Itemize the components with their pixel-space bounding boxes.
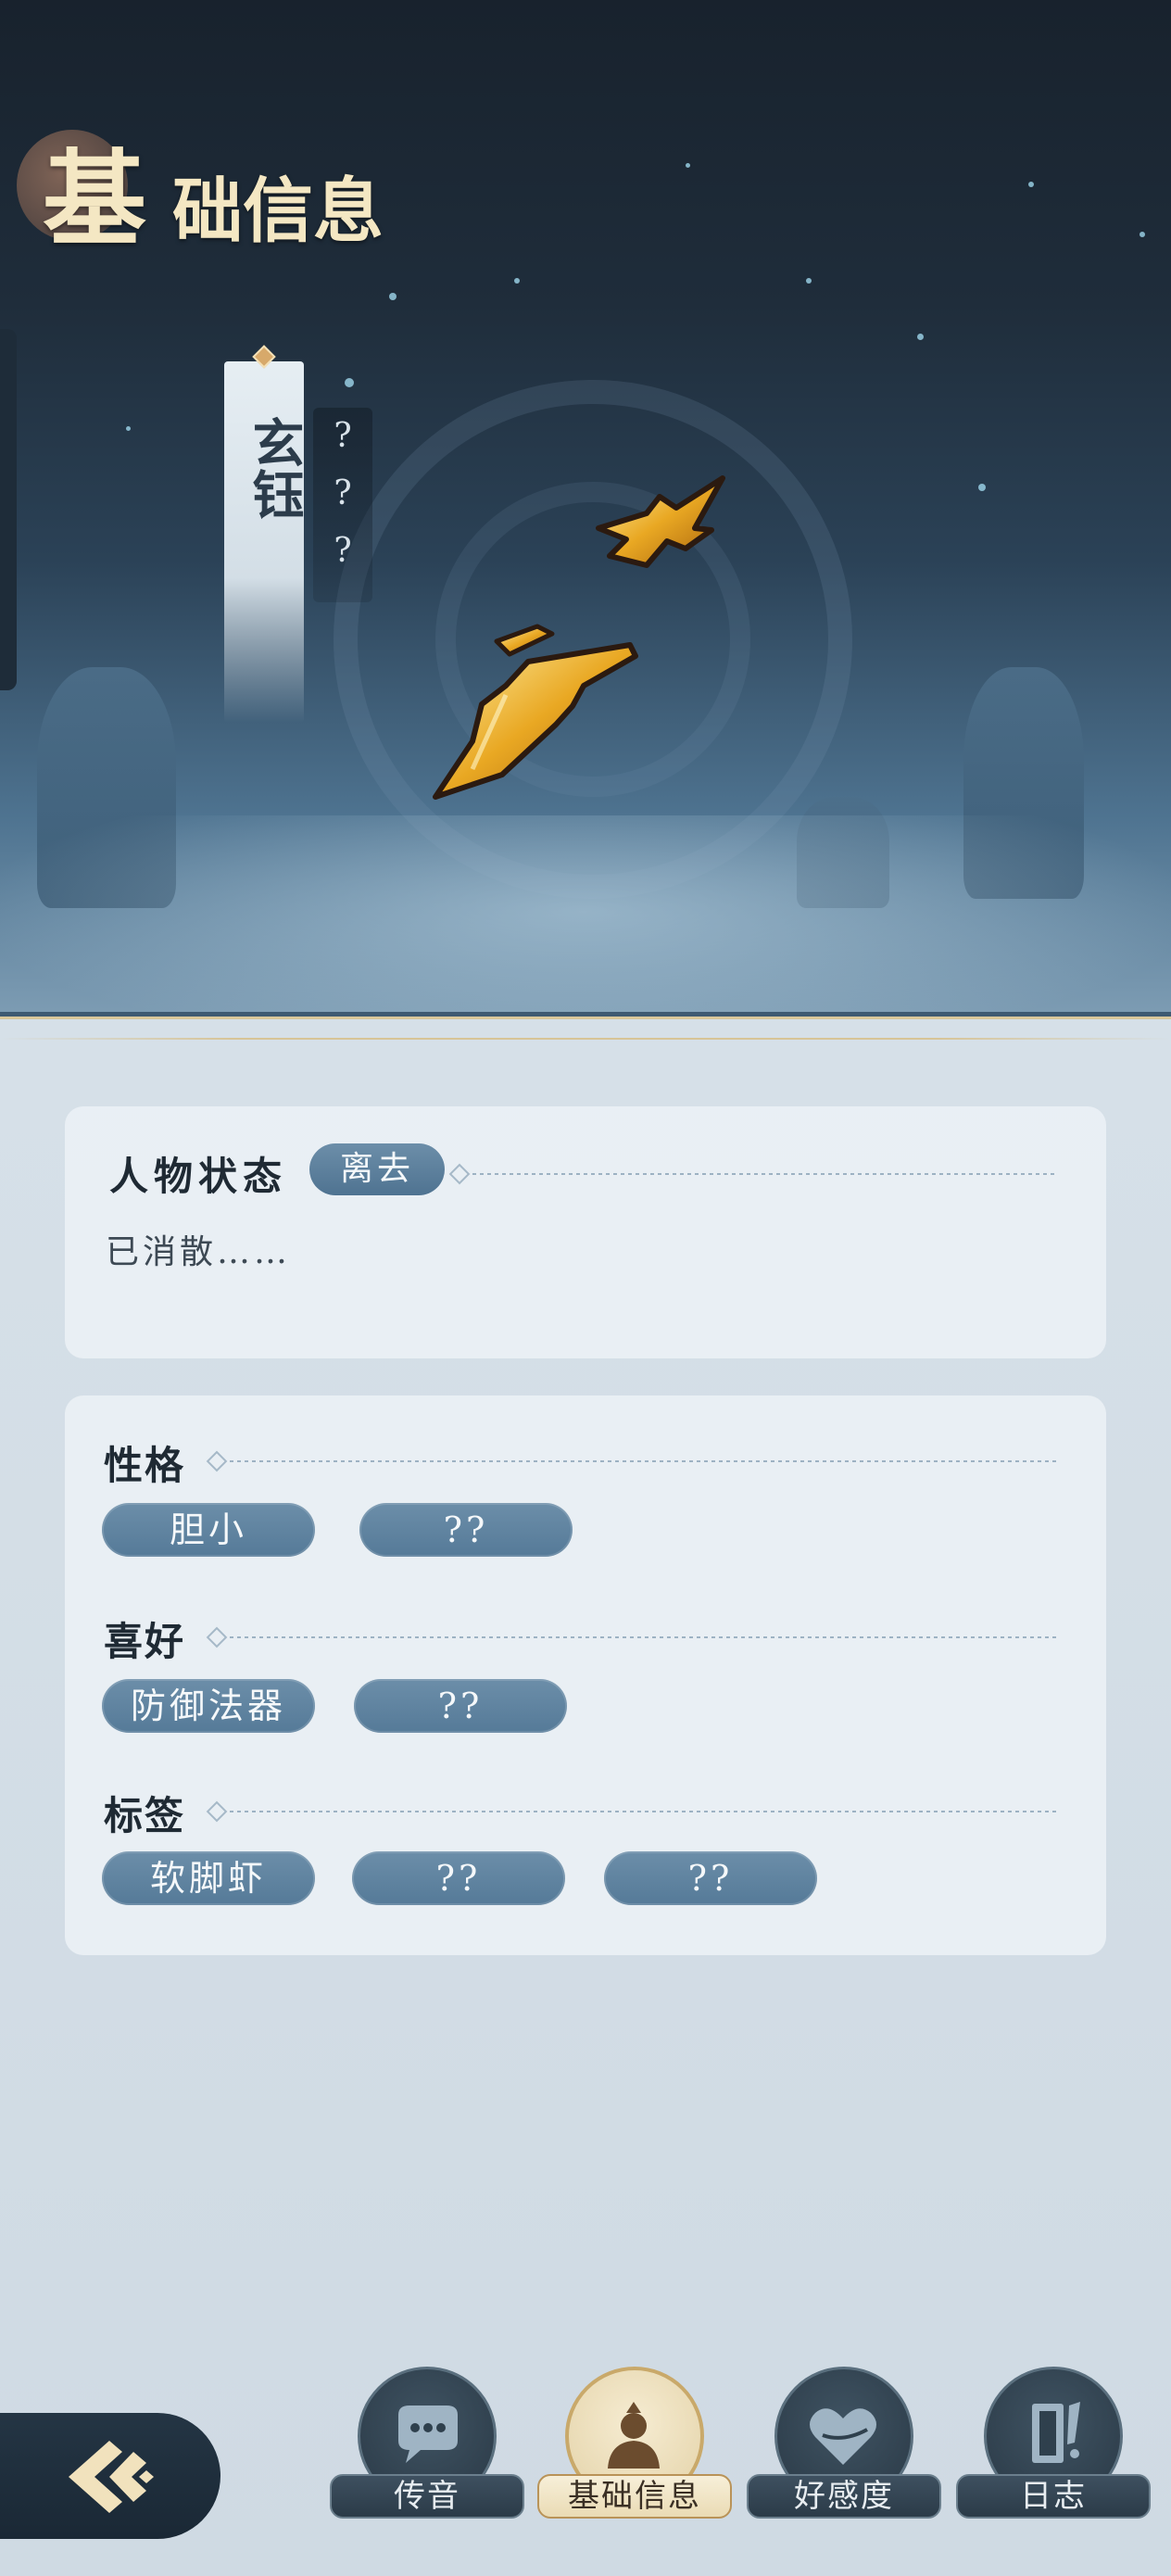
section-divider (465, 1173, 1058, 1175)
tags-section-title: 标签 (104, 1793, 186, 1838)
preferences-section-title: 喜好 (104, 1619, 186, 1664)
nav-chat[interactable]: 传音 (330, 2367, 524, 2524)
page-title-first-char: 基 (43, 139, 146, 260)
character-tag-unknown: ?? (352, 1851, 565, 1905)
chat-bubble-icon (398, 2406, 458, 2463)
page-title: 基 础信息 (17, 130, 480, 259)
preference-tag-unknown: ?? (354, 1679, 567, 1733)
status-badge: 离去 (309, 1143, 445, 1195)
heart-icon (810, 2408, 876, 2465)
unknown-mark: ? (334, 532, 352, 570)
personality-section-title: 性格 (104, 1443, 186, 1488)
character-unknown-info: ? ? ? (313, 408, 372, 602)
section-divider (222, 1636, 1056, 1638)
character-portrait-icon (608, 2402, 660, 2469)
section-divider (222, 1811, 1056, 1812)
unknown-mark: ? (334, 474, 352, 512)
nav-affection-label: 好感度 (747, 2474, 941, 2519)
journal-icon (1032, 2402, 1080, 2463)
nav-chat-label: 传音 (330, 2474, 524, 2519)
nav-journal[interactable]: 日志 (956, 2367, 1151, 2524)
back-arrow-icon (69, 2441, 154, 2513)
personality-tag: 胆小 (102, 1503, 315, 1557)
status-section-title: 人物状态 (109, 1154, 288, 1199)
page-title-rest: 础信息 (172, 170, 384, 252)
unknown-mark: ? (334, 417, 352, 455)
nav-affection[interactable]: 好感度 (747, 2367, 941, 2524)
nav-journal-label: 日志 (956, 2474, 1151, 2519)
back-button[interactable] (0, 2413, 220, 2539)
nav-basic-info[interactable]: 基础信息 (537, 2367, 732, 2524)
character-name: 玄钰 (244, 416, 305, 520)
character-tag: 软脚虾 (102, 1851, 315, 1905)
character-tag-unknown: ?? (604, 1851, 817, 1905)
preference-tag: 防御法器 (102, 1679, 315, 1733)
personality-tag-unknown: ?? (359, 1503, 573, 1557)
nav-basic-info-label: 基础信息 (537, 2474, 732, 2519)
section-divider (222, 1460, 1056, 1462)
character-name-banner: 玄钰 (224, 345, 305, 723)
broken-artifact-image (433, 475, 725, 800)
side-drawer-tab[interactable] (0, 329, 17, 690)
status-description: 已消散…… (106, 1233, 292, 1271)
